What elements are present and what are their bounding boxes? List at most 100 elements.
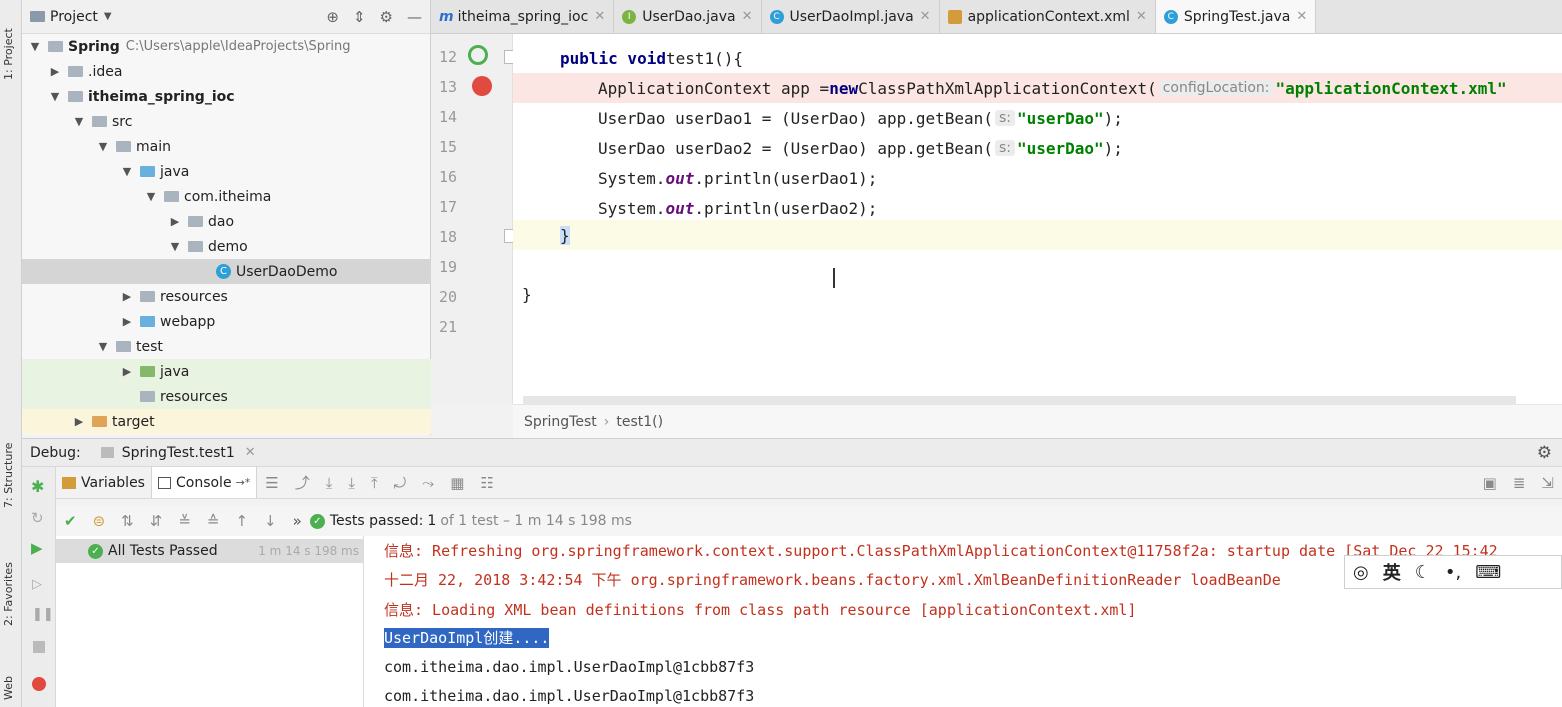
step-icon[interactable]: ↻	[31, 509, 44, 527]
gear-icon[interactable]: ⚙	[1537, 443, 1552, 463]
trace-icon[interactable]: ☷	[480, 474, 493, 492]
project-panel-title[interactable]: Project	[50, 9, 98, 25]
close-icon[interactable]: ✕	[742, 9, 753, 24]
breakpoint-icon[interactable]	[472, 76, 492, 96]
tree-item-userdaodemo[interactable]: C UserDaoDemo	[22, 259, 431, 284]
pin-icon[interactable]: ⇲	[1541, 474, 1554, 492]
parameter-hint: s:	[994, 110, 1015, 126]
tree-item-module[interactable]: ▼ itheima_spring_ioc	[22, 84, 431, 109]
menu-icon[interactable]: ☰	[265, 474, 278, 492]
minimize-icon[interactable]: —	[407, 8, 422, 26]
step-over-icon[interactable]: ⤓	[326, 474, 333, 492]
chevron-right-icon[interactable]: ▶	[168, 215, 182, 228]
tree-item-main[interactable]: ▼ main	[22, 134, 431, 159]
tree-item-java[interactable]: ▼ java	[22, 159, 431, 184]
tree-item-test[interactable]: ▼ test	[22, 334, 431, 359]
drop-frame-icon[interactable]: ⤾	[394, 474, 407, 492]
chevron-down-icon[interactable]: ▼	[104, 11, 112, 22]
code-line-14: UserDao userDao1 = (UserDao) app.getBean…	[513, 103, 1562, 133]
punctuation-icon[interactable]: •,	[1445, 562, 1461, 583]
show-execution-point-icon[interactable]: ⤴	[295, 472, 310, 493]
tree-item-resources[interactable]: ▶ resources	[22, 284, 431, 309]
project-panel: Project ▼ ⊕ ⇕ ⚙ — ▼ Spring C:\Users\appl…	[22, 0, 431, 435]
show-passed-icon[interactable]: ✔	[64, 512, 77, 530]
close-icon[interactable]: ✕	[245, 445, 256, 460]
debug-session-tab[interactable]: SpringTest.test1 ✕	[100, 445, 256, 461]
test-result-row[interactable]: ✓ All Tests Passed 1 m 14 s 198 ms	[56, 539, 363, 563]
chevron-down-icon[interactable]: ▼	[28, 40, 42, 53]
collapse-all-icon[interactable]: ⇕	[353, 8, 366, 26]
tab-variables[interactable]: Variables	[56, 467, 151, 498]
tree-item-package[interactable]: ▼ com.itheima	[22, 184, 431, 209]
play-icon[interactable]: ▷	[32, 577, 42, 592]
run-to-cursor-icon[interactable]: ⤳	[422, 474, 434, 492]
structure-tool-tab[interactable]: 7: Structure	[2, 443, 15, 508]
tree-item-test-java[interactable]: ▶ java	[22, 359, 431, 384]
close-icon[interactable]: ✕	[920, 9, 931, 24]
gear-icon[interactable]: ⚙	[380, 8, 393, 26]
tree-item-src[interactable]: ▼ src	[22, 109, 431, 134]
editor-gutter[interactable]: 12 13 14 15 16 17 18 19 20 21	[431, 34, 516, 404]
close-icon[interactable]: ✕	[1296, 9, 1307, 24]
tab-springtest-java[interactable]: C SpringTest.java ✕	[1155, 0, 1317, 33]
show-ignored-icon[interactable]: ⊜	[93, 512, 106, 530]
restore-layout-icon[interactable]: ▣	[1483, 474, 1497, 492]
run-test-icon[interactable]	[468, 45, 488, 65]
tree-item-webapp[interactable]: ▶ webapp	[22, 309, 431, 334]
ime-logo-icon[interactable]: ◎	[1353, 562, 1369, 583]
rerun-icon[interactable]: ✱	[31, 477, 44, 496]
breadcrumb-item[interactable]: test1()	[616, 414, 663, 430]
tab-applicationcontext-xml[interactable]: applicationContext.xml ✕	[940, 0, 1156, 33]
close-icon[interactable]: ✕	[594, 9, 605, 24]
favorites-tool-tab[interactable]: 2: Favorites	[2, 562, 15, 626]
tree-item-target[interactable]: ▶ target	[22, 409, 431, 434]
resume-icon[interactable]: ▶	[31, 539, 43, 557]
chevron-down-icon[interactable]: ▼	[144, 190, 158, 203]
layout-icon[interactable]: ≣	[1513, 474, 1526, 492]
tab-userdaoimpl-java[interactable]: C UserDaoImpl.java ✕	[762, 0, 940, 33]
chevron-right-icon[interactable]: ▶	[48, 65, 62, 78]
breadcrumb-item[interactable]: SpringTest	[524, 414, 597, 430]
previous-icon[interactable]: ↑	[235, 512, 248, 530]
tree-item-idea[interactable]: ▶ .idea	[22, 59, 431, 84]
chevron-right-icon[interactable]: ▶	[120, 290, 134, 303]
locate-icon[interactable]: ⊕	[326, 8, 339, 26]
step-into-icon[interactable]: ⤓	[348, 474, 355, 492]
chevron-right-icon[interactable]: ▶	[72, 415, 86, 428]
chevron-down-icon[interactable]: ▼	[72, 115, 86, 128]
chevron-down-icon[interactable]: ▼	[48, 90, 62, 103]
tab-console[interactable]: Console →*	[150, 467, 258, 498]
evaluate-icon[interactable]: ▦	[450, 474, 464, 492]
code-editor[interactable]: public void test1(){ ApplicationContext …	[513, 34, 1562, 404]
ime-language-toggle[interactable]: 英	[1383, 559, 1401, 585]
close-icon[interactable]: ✕	[1136, 9, 1147, 24]
chevron-down-icon[interactable]: ▼	[96, 340, 110, 353]
horizontal-scrollbar[interactable]	[523, 396, 1516, 404]
stop-icon[interactable]	[33, 641, 45, 653]
pause-icon[interactable]: ❚❚	[32, 607, 54, 622]
tab-userdao-java[interactable]: I UserDao.java ✕	[614, 0, 762, 33]
chevron-right-icon[interactable]: ▶	[120, 365, 134, 378]
collapse-all-icon[interactable]: ≙	[207, 512, 220, 530]
expand-all-icon[interactable]: ≚	[178, 512, 191, 530]
next-icon[interactable]: ↓	[264, 512, 277, 530]
tree-item-demo[interactable]: ▼ demo	[22, 234, 431, 259]
view-breakpoints-icon[interactable]	[32, 677, 46, 691]
more-icon[interactable]: »	[293, 512, 302, 530]
step-out-icon[interactable]: ⤒	[371, 474, 378, 492]
tree-item-spring[interactable]: ▼ Spring C:\Users\apple\IdeaProjects\Spr…	[22, 34, 431, 59]
line-number: 15	[438, 138, 457, 156]
moon-icon[interactable]: ☾	[1415, 562, 1431, 583]
tab-itheima-spring-ioc[interactable]: m itheima_spring_ioc ✕	[431, 0, 615, 33]
sort-duration-icon[interactable]: ⇵	[150, 512, 163, 530]
project-tool-tab[interactable]: 1: Project	[2, 28, 15, 80]
keyboard-icon[interactable]: ⌨	[1475, 562, 1501, 583]
tree-item-dao[interactable]: ▶ dao	[22, 209, 431, 234]
sort-alpha-icon[interactable]: ⇅	[121, 512, 134, 530]
chevron-right-icon[interactable]: ▶	[120, 315, 134, 328]
chevron-down-icon[interactable]: ▼	[168, 240, 182, 253]
chevron-down-icon[interactable]: ▼	[96, 140, 110, 153]
chevron-down-icon[interactable]: ▼	[120, 165, 134, 178]
web-tool-tab[interactable]: Web	[2, 676, 15, 700]
tree-item-test-resources[interactable]: resources	[22, 384, 431, 409]
